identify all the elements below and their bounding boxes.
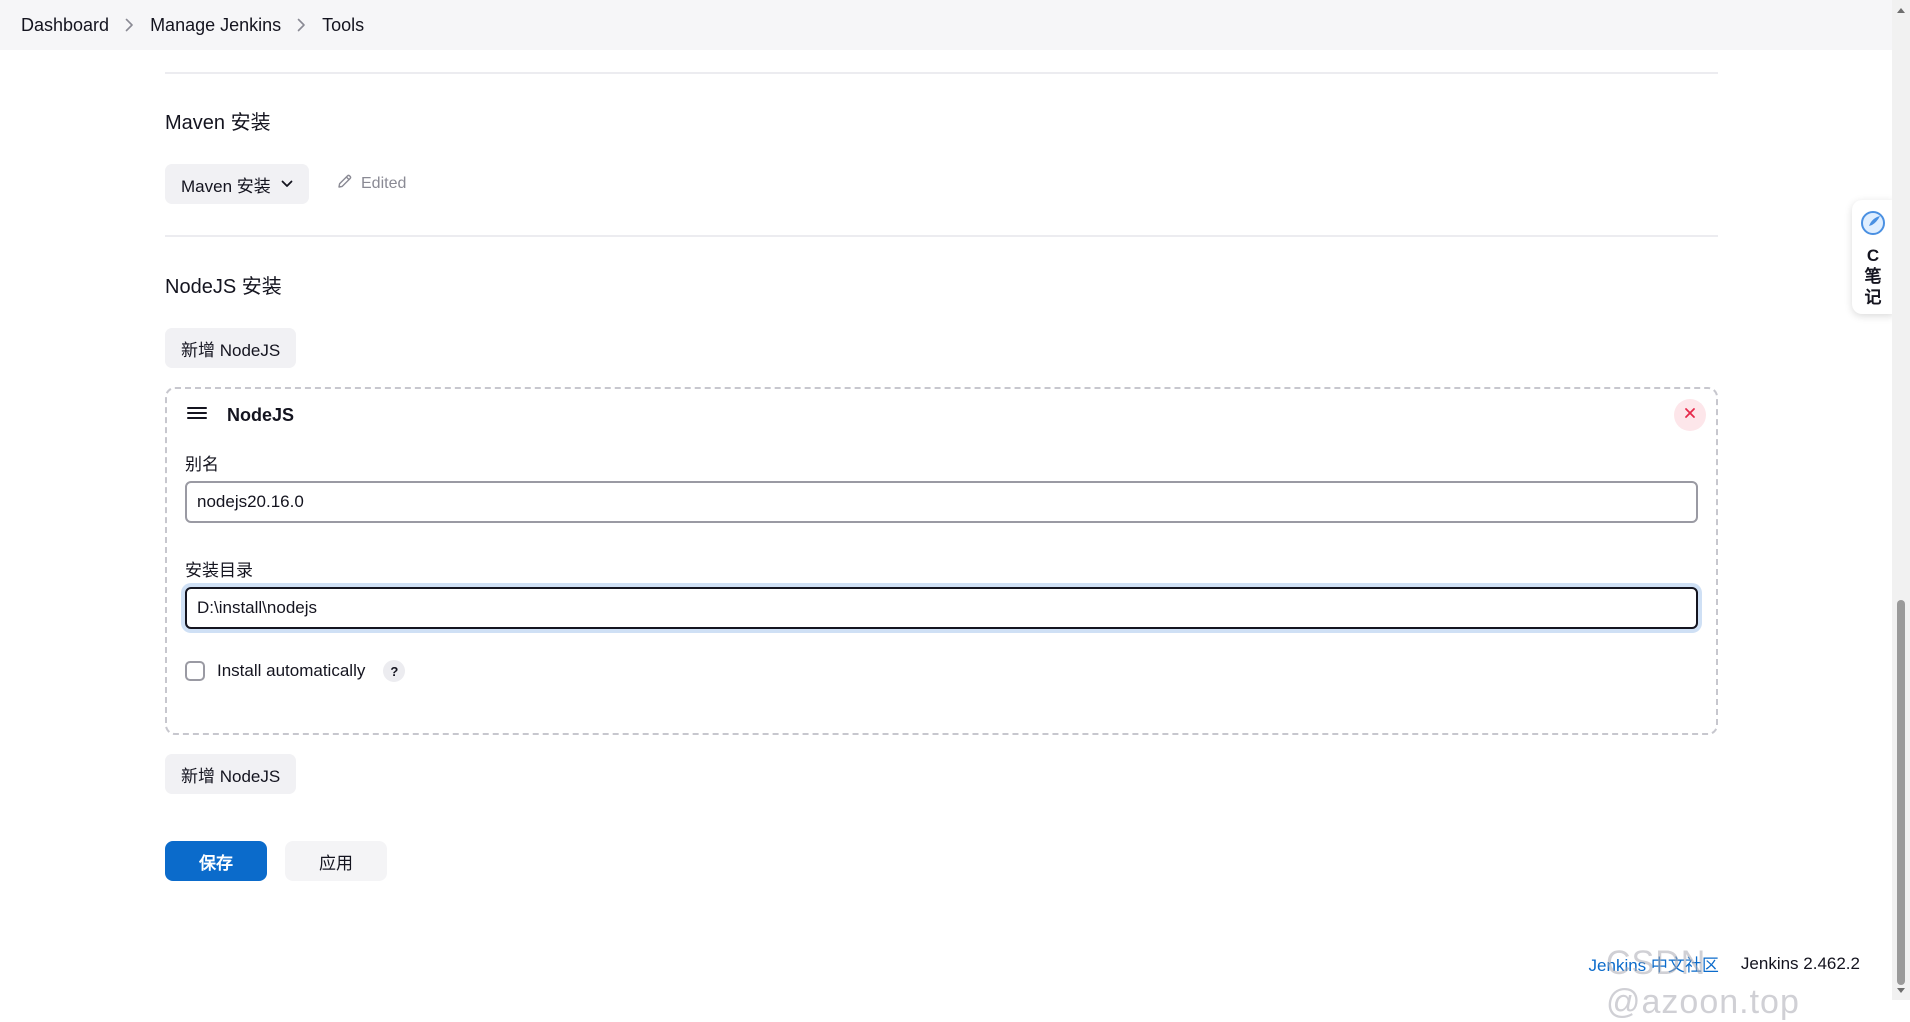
help-icon[interactable]: ? — [383, 660, 406, 682]
chevron-down-icon — [281, 180, 293, 188]
community-link[interactable]: Jenkins 中文社区 — [1589, 951, 1719, 976]
save-button[interactable]: 保存 — [165, 841, 267, 881]
maven-dropdown-label: Maven 安装 — [181, 176, 271, 196]
jenkins-version[interactable]: Jenkins 2.462.2 — [1741, 954, 1860, 974]
breadcrumb-dashboard[interactable]: Dashboard — [21, 15, 109, 36]
edited-indicator: Edited — [336, 172, 406, 196]
install-automatically-checkbox[interactable] — [185, 661, 205, 681]
install-automatically-label[interactable]: Install automatically — [217, 661, 365, 681]
apply-button[interactable]: 应用 — [285, 841, 387, 881]
maven-install-dropdown[interactable]: Maven 安装 — [165, 164, 309, 204]
scrollbar-thumb[interactable] — [1897, 600, 1905, 985]
notes-logo-icon — [1860, 210, 1886, 241]
edited-label: Edited — [361, 175, 407, 192]
close-icon — [1684, 406, 1696, 424]
breadcrumb-manage-jenkins[interactable]: Manage Jenkins — [150, 15, 281, 36]
install-dir-input[interactable] — [185, 587, 1698, 629]
notes-widget-label: C笔记 — [1864, 246, 1882, 307]
drag-handle-icon[interactable] — [187, 406, 207, 425]
add-nodejs-button-bottom[interactable]: 新增 NodeJS — [165, 754, 297, 794]
card-title: NodeJS — [227, 405, 295, 425]
nodejs-section-title: NodeJS 安装 — [165, 276, 282, 298]
delete-installation-button[interactable] — [1674, 399, 1706, 431]
card-header: NodeJS — [187, 405, 294, 426]
maven-section-title: Maven 安装 — [165, 112, 271, 134]
section-divider — [165, 235, 1718, 237]
breadcrumb-tools[interactable]: Tools — [322, 15, 364, 36]
alias-input[interactable] — [185, 481, 1698, 523]
install-dir-label: 安装目录 — [185, 561, 253, 580]
nodejs-installation-card: NodeJS 别名 安装目录 Install automatically ? — [165, 387, 1718, 735]
chevron-right-icon — [297, 18, 306, 32]
chevron-right-icon — [125, 18, 134, 32]
breadcrumb: Dashboard Manage Jenkins Tools — [0, 0, 1892, 50]
notes-side-widget[interactable]: C笔记 — [1852, 200, 1894, 314]
page-footer: Jenkins 中文社区 Jenkins 2.462.2 — [1589, 951, 1860, 976]
install-automatically-row: Install automatically ? — [185, 660, 406, 682]
pencil-icon — [336, 173, 353, 195]
alias-label: 别名 — [185, 455, 219, 474]
scroll-down-arrow-icon[interactable] — [1895, 984, 1907, 996]
scroll-up-arrow-icon[interactable] — [1895, 4, 1907, 16]
add-nodejs-button[interactable]: 新增 NodeJS — [165, 328, 297, 368]
section-divider — [165, 72, 1718, 74]
